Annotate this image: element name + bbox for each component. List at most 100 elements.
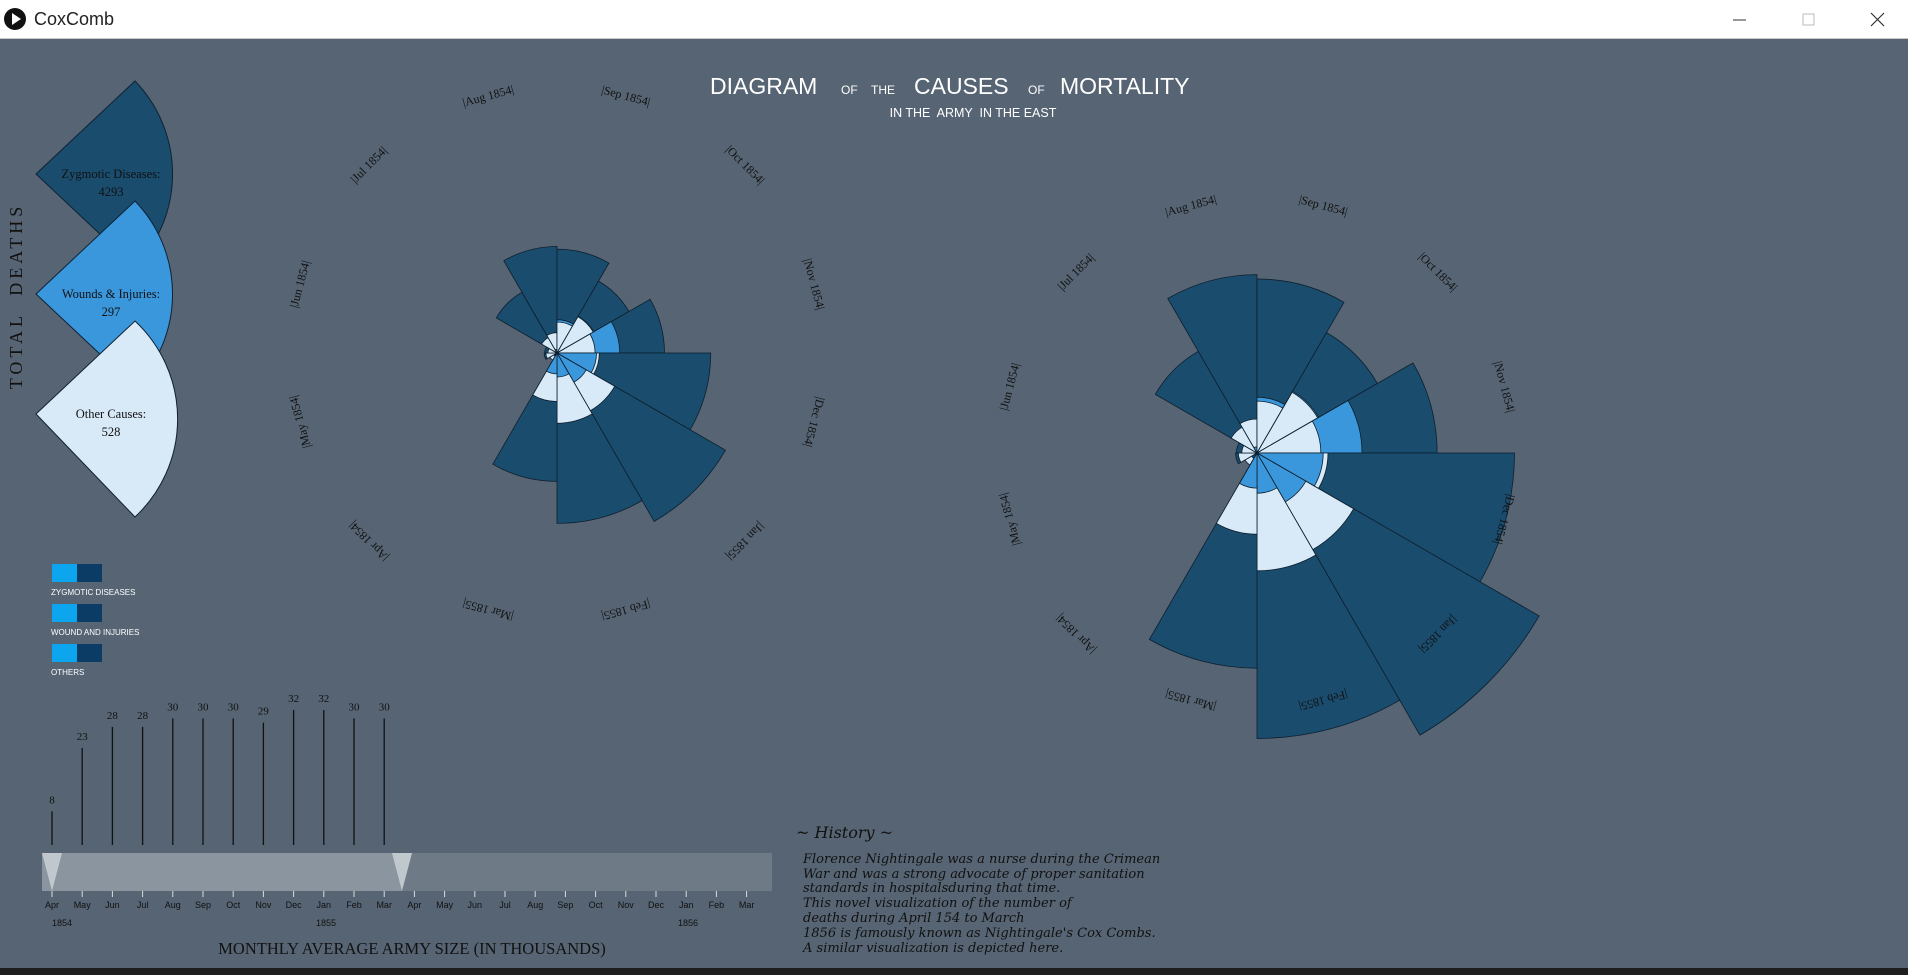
- visualization-canvas: DIAGRAM OF THE CAUSES OF MORTALITY IN TH…: [0, 39, 1908, 971]
- title-subtitle: IN THE ARMY IN THE EAST: [890, 106, 1057, 120]
- history-line-3: standards in hospitalsduring that time.: [803, 881, 1060, 896]
- timeline-month-label: Sep: [557, 900, 573, 910]
- timeline-ticks: Apr May Jun Jul Aug Sep Oct Nov Dec Jan Feb Mar Apr M…: [45, 891, 754, 910]
- month-label: |Apr 1854|: [1053, 611, 1099, 657]
- month-label: |May 1854|: [996, 492, 1023, 548]
- close-icon: [1870, 12, 1885, 27]
- timeline-month-label: Nov: [618, 900, 635, 910]
- history-line-7: A similar visualization is depicted here…: [802, 941, 1063, 956]
- history-line-6: 1856 is famously known as Nightingale's …: [803, 926, 1156, 941]
- minimize-icon: [1733, 19, 1746, 21]
- legend-zymotic-swatch-dark: [77, 564, 102, 582]
- timeline-month-label: Jan: [317, 900, 332, 910]
- timeline-month-label: Aug: [165, 900, 181, 910]
- app-play-icon: [4, 8, 26, 30]
- window-title: CoxComb: [34, 9, 115, 29]
- timeline-month-label: Apr: [407, 900, 421, 910]
- history-line-4: This novel visualization of the number o…: [803, 896, 1074, 911]
- month-label: |Jun 1854|: [996, 361, 1022, 411]
- minimize-button[interactable]: [1703, 0, 1773, 38]
- legend-wounds-label: WOUND AND INJURIES: [51, 628, 139, 637]
- timeline-month-label: Oct: [589, 900, 604, 910]
- month-label: |Dec 1854|: [801, 395, 828, 448]
- timeline-month-label: May: [74, 900, 92, 910]
- total-deaths-label: TOTAL DEATHS: [6, 203, 26, 390]
- timeline-month-label: Jul: [137, 900, 149, 910]
- timeline-month-label: Mar: [376, 900, 392, 910]
- month-label: |Apr 1854|: [346, 518, 392, 564]
- other-total-value: 528: [102, 425, 121, 439]
- army-bar-value: 28: [107, 710, 119, 722]
- timeline-month-label: Oct: [226, 900, 241, 910]
- army-bar-value: 32: [288, 693, 299, 705]
- title-word-of-2: OF: [1028, 83, 1045, 97]
- month-label: |Jun 1854|: [287, 259, 313, 309]
- large-coxcomb-chart: |Apr 1854| |May 1854| |Jun 1854| |Jul 1854|…: [996, 192, 1540, 739]
- month-label: |Sep 1854|: [600, 83, 652, 109]
- month-label: |Feb 1855|: [600, 597, 652, 623]
- legend: ZYGMOTIC DISEASES WOUND AND INJURIES OTH…: [51, 564, 139, 677]
- legend-zymotic-swatch-light: [52, 564, 77, 582]
- army-bar-value: 8: [49, 794, 55, 806]
- timeline-month-label: Mar: [739, 900, 755, 910]
- taskbar-strip: [0, 968, 1908, 975]
- month-label: |Mar 1855|: [461, 597, 515, 624]
- month-label: |Nov 1854|: [801, 257, 828, 311]
- month-label: |Aug 1854|: [461, 82, 515, 109]
- timeline-year-1854: 1854: [52, 918, 72, 928]
- history-line-1: Florence Nightingale was a nurse during …: [802, 852, 1160, 867]
- window-titlebar: CoxComb: [0, 0, 1908, 39]
- timeline-month-label: Aug: [527, 900, 543, 910]
- maximize-icon: [1802, 13, 1815, 26]
- month-label: |Mar 1855|: [1164, 687, 1218, 714]
- month-label: |Oct 1854|: [723, 142, 768, 187]
- month-label: |Sep 1854|: [1297, 192, 1349, 218]
- title-word-the: THE: [871, 83, 895, 97]
- month-label: |Oct 1854|: [1416, 249, 1461, 294]
- timeline-month-label: May: [436, 900, 454, 910]
- timeline-month-label: Jan: [679, 900, 694, 910]
- army-bar-value: 30: [379, 701, 391, 713]
- army-bar-value: 30: [349, 701, 361, 713]
- timeline-month-label: Dec: [648, 900, 665, 910]
- history-panel: ~ History ~ Florence Nightingale was a n…: [796, 823, 1160, 956]
- timeline-month-label: Feb: [709, 900, 725, 910]
- history-line-5: deaths during April 154 to March: [803, 911, 1025, 926]
- army-bar-value: 28: [137, 710, 149, 722]
- legend-wounds-swatch-light: [52, 604, 77, 622]
- timeline-month-label: Jun: [468, 900, 483, 910]
- timeline-year-1856: 1856: [678, 918, 698, 928]
- history-line-2: War and was a strong advocate of proper …: [803, 867, 1145, 882]
- army-bar-value: 30: [228, 701, 240, 713]
- timeline-month-label: Dec: [286, 900, 303, 910]
- timeline-month-label: Apr: [45, 900, 59, 910]
- timeline-month-label: Sep: [195, 900, 211, 910]
- other-total-label: Other Causes:: [76, 407, 146, 421]
- title-word-of: OF: [841, 83, 858, 97]
- legend-others-label: OTHERS: [51, 668, 84, 677]
- main-title: DIAGRAM OF THE CAUSES OF MORTALITY IN TH…: [710, 73, 1190, 120]
- timeline-month-label: Feb: [346, 900, 362, 910]
- maximize-button[interactable]: [1773, 0, 1843, 38]
- history-title: ~ History ~: [796, 823, 893, 842]
- wounds-total-label: Wounds & Injuries:: [62, 287, 160, 301]
- wounds-total-value: 297: [102, 305, 121, 319]
- legend-others-swatch-dark: [77, 644, 102, 662]
- legend-zymotic-label: ZYGMOTIC DISEASES: [51, 588, 135, 597]
- army-bar-value: 32: [318, 693, 329, 705]
- zygmotic-total-value: 4293: [99, 185, 124, 199]
- timeline-month-label: Jul: [499, 900, 511, 910]
- legend-wounds-swatch-dark: [77, 604, 102, 622]
- army-bar-value: 29: [258, 706, 270, 718]
- army-size-label: MONTHLY AVERAGE ARMY SIZE (IN THOUSANDS): [218, 939, 605, 958]
- timeline-year-1855: 1855: [316, 918, 336, 928]
- timeline-selected-range[interactable]: [42, 853, 402, 891]
- title-word-mortality: MORTALITY: [1060, 73, 1190, 99]
- army-bar-value: 23: [77, 731, 89, 743]
- close-button[interactable]: [1843, 0, 1908, 38]
- timeline-month-label: Jun: [105, 900, 120, 910]
- legend-others-swatch-light: [52, 644, 77, 662]
- zygmotic-total-label: Zygmotic Diseases:: [62, 167, 161, 181]
- month-label: |Aug 1854|: [1164, 192, 1218, 219]
- month-label: |Jan 1855|: [723, 519, 767, 563]
